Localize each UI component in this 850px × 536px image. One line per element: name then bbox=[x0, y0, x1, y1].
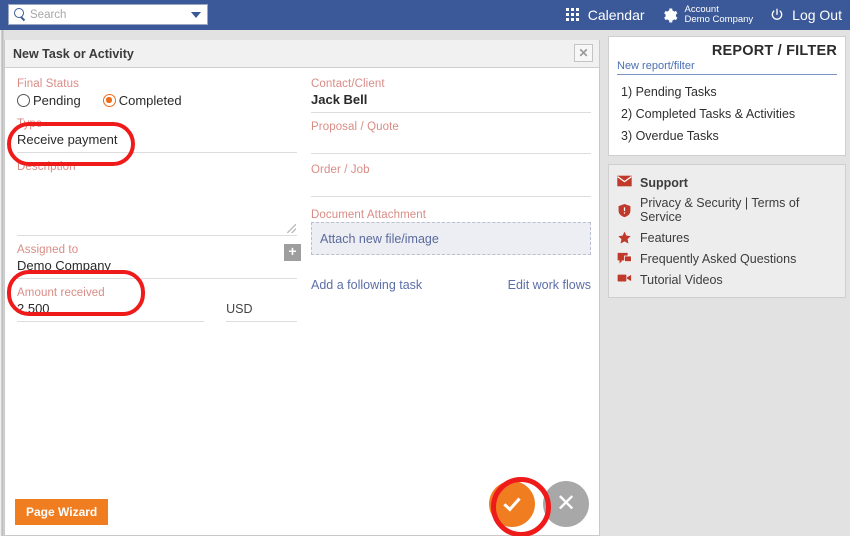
power-icon bbox=[769, 7, 785, 23]
type-label: Type bbox=[17, 118, 43, 130]
calendar-label: Calendar bbox=[587, 7, 645, 23]
search-box[interactable] bbox=[8, 4, 208, 25]
dialog-body: Final Status Pending Completed Type Rece… bbox=[5, 68, 599, 535]
contact-client-value[interactable]: Jack Bell bbox=[311, 91, 591, 113]
radio-pending-dot[interactable] bbox=[17, 94, 30, 107]
privacy-security-label: Privacy & Security | Terms of Service bbox=[640, 196, 800, 224]
video-camera-icon bbox=[617, 272, 632, 287]
contact-client-field[interactable]: Contact/Client Jack Bell bbox=[311, 78, 591, 113]
document-attachment-label: Document Attachment bbox=[311, 209, 427, 221]
app-root: Calendar Account Demo Company bbox=[0, 0, 850, 536]
account-company-name: Demo Company bbox=[684, 14, 754, 25]
search-icon bbox=[13, 8, 26, 21]
type-field[interactable]: Type Receive payment bbox=[17, 118, 297, 153]
gear-icon bbox=[661, 7, 678, 24]
envelope-icon bbox=[617, 175, 632, 190]
amount-received-field[interactable]: Amount received 2,500 bbox=[17, 287, 205, 322]
report-filter-title: REPORT / FILTER bbox=[711, 43, 837, 59]
proposal-quote-field[interactable]: Proposal / Quote bbox=[311, 121, 591, 154]
radio-pending-label: Pending bbox=[33, 93, 81, 108]
faq-label: Frequently Asked Questions bbox=[640, 251, 797, 266]
support-link[interactable]: Support bbox=[617, 172, 837, 193]
final-status-label: Final Status bbox=[17, 78, 79, 90]
star-icon bbox=[617, 230, 632, 245]
features-link[interactable]: Features bbox=[617, 227, 837, 248]
new-task-dialog: New Task or Activity ✕ Final Status Pend… bbox=[4, 40, 600, 536]
form-column-left: Final Status Pending Completed Type Rece… bbox=[17, 78, 301, 324]
account-button[interactable]: Account Demo Company bbox=[661, 5, 754, 25]
final-status-radio-group: Pending Completed bbox=[17, 93, 297, 108]
account-text-block: Account Demo Company bbox=[685, 5, 754, 25]
radio-pending[interactable]: Pending bbox=[17, 93, 81, 108]
logout-label: Log Out bbox=[792, 7, 842, 23]
description-input[interactable] bbox=[17, 174, 297, 236]
logout-button[interactable]: Log Out bbox=[769, 7, 842, 23]
radio-completed[interactable]: Completed bbox=[102, 93, 182, 108]
new-report-filter-link[interactable]: New report/filter bbox=[617, 60, 837, 75]
close-x-icon: ✕ bbox=[555, 490, 577, 517]
description-field[interactable]: Description bbox=[17, 161, 297, 236]
report-filter-panel: REPORT / FILTER New report/filter 1) Pen… bbox=[608, 36, 846, 156]
cancel-button[interactable]: ✕ bbox=[543, 481, 589, 527]
dialog-action-buttons: ✕ bbox=[489, 481, 589, 527]
order-job-field[interactable]: Order / Job bbox=[311, 164, 591, 197]
tutorial-videos-label: Tutorial Videos bbox=[640, 272, 723, 287]
amount-received-value[interactable]: 2,500 bbox=[17, 300, 205, 322]
search-input[interactable] bbox=[30, 8, 191, 21]
resize-grip-icon[interactable] bbox=[287, 224, 296, 233]
features-label: Features bbox=[640, 230, 690, 245]
support-panel: Support Privacy & Security | Terms of Se… bbox=[608, 164, 846, 298]
radio-completed-label: Completed bbox=[118, 93, 182, 108]
top-navigation-bar: Calendar Account Demo Company bbox=[0, 0, 850, 30]
faq-link[interactable]: Frequently Asked Questions bbox=[617, 248, 837, 269]
check-icon bbox=[503, 493, 521, 511]
dialog-title-bar: New Task or Activity ✕ bbox=[5, 40, 599, 68]
privacy-security-link[interactable]: Privacy & Security | Terms of Service bbox=[617, 193, 837, 227]
currency-label bbox=[226, 287, 297, 300]
assigned-to-value[interactable]: Demo Company bbox=[17, 257, 297, 279]
description-label: Description bbox=[17, 161, 76, 173]
contact-client-label: Contact/Client bbox=[311, 78, 385, 90]
proposal-quote-label: Proposal / Quote bbox=[311, 121, 399, 133]
tutorial-videos-link[interactable]: Tutorial Videos bbox=[617, 269, 837, 290]
sidebar: REPORT / FILTER New report/filter 1) Pen… bbox=[608, 36, 846, 298]
assigned-to-field[interactable]: Assigned to Demo Company + bbox=[17, 244, 301, 279]
edit-work-flows-link[interactable]: Edit work flows bbox=[508, 278, 591, 292]
attach-file-dropzone[interactable]: Attach new file/image bbox=[311, 222, 591, 255]
save-button[interactable] bbox=[489, 481, 535, 527]
order-job-value[interactable] bbox=[311, 177, 591, 197]
dialog-title-text: New Task or Activity bbox=[13, 46, 134, 61]
shield-icon bbox=[617, 203, 632, 218]
add-assignee-button[interactable]: + bbox=[284, 244, 301, 261]
type-value[interactable]: Receive payment bbox=[17, 131, 297, 153]
page-wizard-button[interactable]: Page Wizard bbox=[15, 499, 109, 525]
assigned-to-label: Assigned to bbox=[17, 244, 79, 256]
workflow-links-row: Add a following task Edit work flows bbox=[311, 278, 591, 292]
add-following-task-link[interactable]: Add a following task bbox=[311, 278, 422, 292]
report-item-pending-tasks[interactable]: 1) Pending Tasks bbox=[617, 81, 837, 103]
amount-row: Amount received 2,500 USD bbox=[17, 287, 297, 324]
support-label: Support bbox=[640, 175, 688, 190]
chevron-down-icon[interactable] bbox=[191, 11, 201, 18]
grid-icon bbox=[565, 7, 581, 23]
report-item-overdue-tasks[interactable]: 3) Overdue Tasks bbox=[617, 125, 837, 147]
document-attachment-field: Document Attachment Attach new file/imag… bbox=[311, 209, 591, 255]
proposal-quote-value[interactable] bbox=[311, 134, 591, 154]
form-column-right: Contact/Client Jack Bell Proposal / Quot… bbox=[311, 78, 591, 292]
speech-bubble-icon bbox=[617, 251, 632, 266]
close-icon[interactable]: ✕ bbox=[574, 44, 593, 62]
currency-value[interactable]: USD bbox=[226, 300, 297, 322]
amount-received-label: Amount received bbox=[17, 287, 105, 299]
final-status-field: Final Status Pending Completed bbox=[17, 78, 297, 108]
report-item-completed-tasks[interactable]: 2) Completed Tasks & Activities bbox=[617, 103, 837, 125]
currency-field[interactable]: USD bbox=[226, 287, 297, 322]
radio-completed-dot[interactable] bbox=[102, 94, 116, 107]
nav-right-group: Calendar Account Demo Company Log Out bbox=[565, 0, 842, 30]
calendar-button[interactable]: Calendar bbox=[565, 7, 645, 23]
order-job-label: Order / Job bbox=[311, 164, 370, 176]
